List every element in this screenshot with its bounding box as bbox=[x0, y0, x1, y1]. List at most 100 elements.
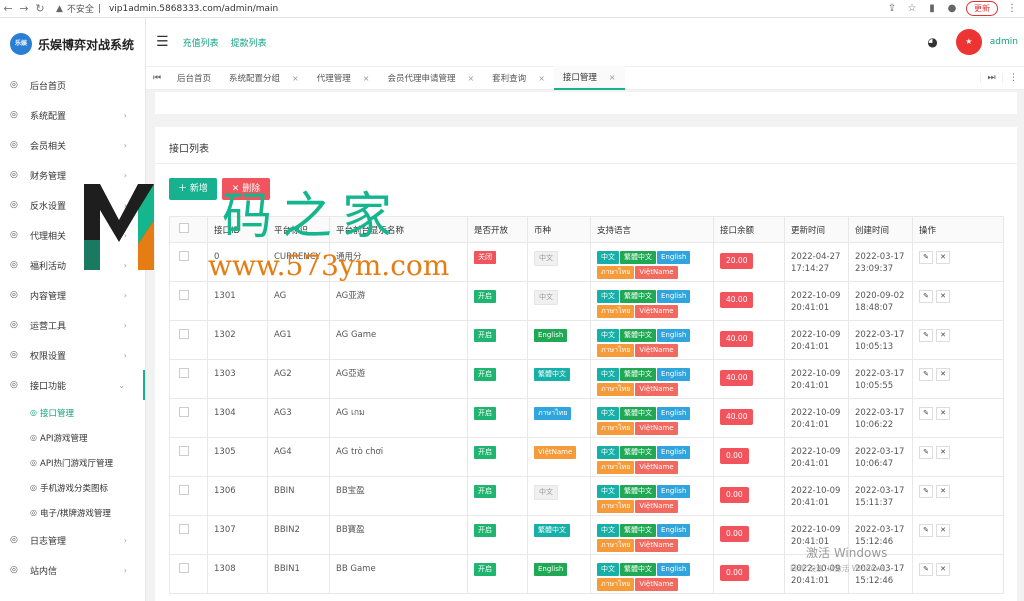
tab-scroll-left-icon[interactable]: ⏮ bbox=[146, 73, 168, 83]
row-checkbox[interactable] bbox=[179, 407, 189, 417]
edit-icon[interactable]: ✎ bbox=[919, 329, 933, 342]
more-icon[interactable]: ⋮ bbox=[1006, 3, 1018, 15]
sidebar-subitem[interactable]: ◎ 电子/棋牌游戏管理 bbox=[0, 500, 145, 525]
sidebar-item[interactable]: ◎ 站内信 › bbox=[0, 555, 145, 585]
delete-icon[interactable]: ✕ bbox=[936, 407, 950, 420]
row-select-cell bbox=[169, 515, 208, 555]
currency-cell: ภาษาไทย bbox=[527, 398, 591, 438]
language-badge: 中文 bbox=[597, 446, 619, 459]
warning-icon[interactable]: ▲ bbox=[56, 4, 63, 14]
delete-icon[interactable]: ✕ bbox=[936, 446, 950, 459]
delete-icon[interactable]: ✕ bbox=[936, 329, 950, 342]
row-checkbox[interactable] bbox=[179, 368, 189, 378]
sidebar-item[interactable]: ◎ 接口功能 ⌄ bbox=[0, 370, 145, 400]
tab-item[interactable]: 套利查询 × bbox=[483, 66, 554, 90]
share-icon[interactable]: ⇪ bbox=[886, 3, 898, 15]
sidebar-item[interactable]: ◎ 系统配置 › bbox=[0, 100, 145, 130]
update-button[interactable]: 更新 bbox=[966, 1, 998, 16]
interface-id: 1301 bbox=[207, 281, 268, 321]
menu-toggle-icon[interactable]: ☰ bbox=[156, 34, 169, 50]
delete-icon[interactable]: ✕ bbox=[936, 485, 950, 498]
open-status-badge[interactable]: 开启 bbox=[474, 563, 496, 576]
sidebar-subitem[interactable]: ◎ 接口管理 bbox=[0, 400, 145, 425]
sidebar-toggle-icon[interactable]: ▮ bbox=[926, 3, 938, 15]
sidebar-subitem[interactable]: ◎ API游戏管理 bbox=[0, 425, 145, 450]
delete-icon[interactable]: ✕ bbox=[936, 368, 950, 381]
forward-icon[interactable]: → bbox=[16, 2, 32, 15]
language-badge: 中文 bbox=[597, 329, 619, 342]
close-icon[interactable]: × bbox=[363, 74, 370, 83]
palette-icon[interactable]: ◕ bbox=[927, 35, 937, 49]
row-checkbox[interactable] bbox=[179, 329, 189, 339]
row-checkbox[interactable] bbox=[179, 290, 189, 300]
balance-cell: 40.00 bbox=[713, 359, 785, 399]
select-all-header[interactable] bbox=[169, 216, 208, 243]
language-badge: English bbox=[657, 329, 691, 342]
open-status-badge[interactable]: 开启 bbox=[474, 407, 496, 420]
admin-username[interactable]: admin bbox=[990, 37, 1018, 47]
chevron-down-icon: ⌄ bbox=[118, 380, 125, 390]
row-checkbox[interactable] bbox=[179, 251, 189, 261]
created-time: 2022-03-17 10:05:13 bbox=[848, 320, 913, 360]
delete-icon[interactable]: ✕ bbox=[936, 524, 950, 537]
platform-name: AG trò chơi bbox=[329, 437, 468, 477]
sidebar-item[interactable]: ◎ 运营工具 › bbox=[0, 310, 145, 340]
row-checkbox[interactable] bbox=[179, 524, 189, 534]
close-icon[interactable]: × bbox=[467, 74, 474, 83]
edit-icon[interactable]: ✎ bbox=[919, 446, 933, 459]
reload-icon[interactable]: ↻ bbox=[32, 2, 48, 15]
open-status-badge[interactable]: 开启 bbox=[474, 485, 496, 498]
tab-scroll-right-icon[interactable]: ⏭ bbox=[980, 73, 1002, 83]
tab-item[interactable]: 会员代理申请管理 × bbox=[378, 66, 483, 90]
open-status-badge[interactable]: 开启 bbox=[474, 290, 496, 303]
withdraw-list-link[interactable]: 提款列表 bbox=[231, 36, 267, 49]
row-checkbox[interactable] bbox=[179, 446, 189, 456]
edit-icon[interactable]: ✎ bbox=[919, 485, 933, 498]
sidebar-subitem[interactable]: ◎ 手机游戏分类图标 bbox=[0, 475, 145, 500]
updated-date: 2022-10-09 bbox=[791, 369, 841, 379]
sidebar-item[interactable]: ◎ 会员相关 › bbox=[0, 130, 145, 160]
tab-item[interactable]: 后台首页 bbox=[168, 66, 220, 90]
created-date: 2022-03-17 bbox=[855, 408, 905, 418]
select-all-checkbox[interactable] bbox=[179, 223, 189, 233]
open-status-badge[interactable]: 开启 bbox=[474, 329, 496, 342]
row-checkbox[interactable] bbox=[179, 485, 189, 495]
created-clock: 23:09:37 bbox=[855, 264, 894, 274]
edit-icon[interactable]: ✎ bbox=[919, 251, 933, 264]
edit-icon[interactable]: ✎ bbox=[919, 563, 933, 576]
sidebar-subitem[interactable]: ◎ API热门游戏厅管理 bbox=[0, 450, 145, 475]
add-button[interactable]: ＋ 新增 bbox=[169, 178, 217, 200]
close-icon[interactable]: × bbox=[538, 74, 545, 83]
delete-icon[interactable]: ✕ bbox=[936, 290, 950, 303]
sidebar-item[interactable]: ◎ 权限设置 › bbox=[0, 340, 145, 370]
profile-icon[interactable]: ● bbox=[946, 3, 958, 15]
sidebar-item[interactable]: ◎ 后台首页 bbox=[0, 70, 145, 100]
open-status-badge[interactable]: 开启 bbox=[474, 446, 496, 459]
delete-icon[interactable]: ✕ bbox=[936, 251, 950, 264]
recharge-list-link[interactable]: 充值列表 bbox=[183, 36, 219, 49]
close-icon[interactable]: × bbox=[292, 74, 299, 83]
edit-icon[interactable]: ✎ bbox=[919, 524, 933, 537]
tab-item[interactable]: 接口管理 × bbox=[553, 66, 625, 90]
edit-icon[interactable]: ✎ bbox=[919, 407, 933, 420]
star-icon[interactable]: ☆ bbox=[906, 3, 918, 15]
avatar[interactable]: ★ bbox=[955, 29, 982, 55]
language-badges: 中文 繁體中文 English ภาษาไทย ViệtName bbox=[597, 368, 707, 398]
sidebar-item-label: 代理相关 bbox=[30, 231, 67, 242]
edit-icon[interactable]: ✎ bbox=[919, 368, 933, 381]
open-status-badge[interactable]: 开启 bbox=[474, 368, 496, 381]
tab-item[interactable]: 系统配置分组 × bbox=[220, 66, 308, 90]
back-icon[interactable]: ← bbox=[0, 2, 16, 15]
edit-icon[interactable]: ✎ bbox=[919, 290, 933, 303]
delete-icon[interactable]: ✕ bbox=[936, 563, 950, 576]
sidebar-item[interactable]: ◎ 日志管理 › bbox=[0, 525, 145, 555]
open-status-badge[interactable]: 开启 bbox=[474, 524, 496, 537]
tab-more-icon[interactable]: ⋮ bbox=[1002, 73, 1024, 83]
created-date: 2022-03-17 bbox=[855, 369, 905, 379]
close-icon[interactable]: × bbox=[609, 73, 616, 82]
sidebar-item[interactable]: ◎ 内容管理 › bbox=[0, 280, 145, 310]
row-checkbox[interactable] bbox=[179, 563, 189, 573]
tab-item[interactable]: 代理管理 × bbox=[308, 66, 379, 90]
address-bar[interactable]: vip1admin.5868333.com/admin/main bbox=[109, 4, 278, 14]
open-status-badge[interactable]: 关闭 bbox=[474, 251, 496, 264]
